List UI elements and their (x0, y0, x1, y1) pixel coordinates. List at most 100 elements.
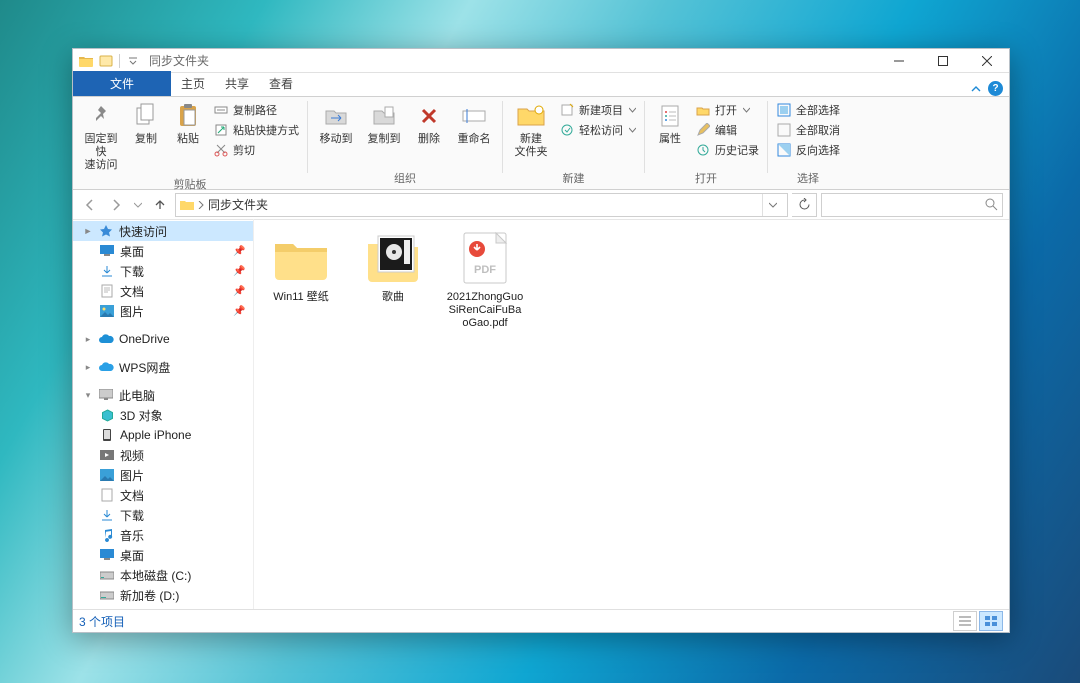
paste-shortcut-button[interactable]: 粘贴快捷方式 (211, 121, 301, 139)
nav-recent-button[interactable] (131, 194, 145, 216)
search-icon (985, 198, 998, 211)
nav-downloads[interactable]: 下载📌 (73, 261, 253, 281)
tab-share[interactable]: 共享 (215, 71, 259, 96)
phone-icon (99, 427, 115, 443)
nav-music[interactable]: 音乐 (73, 525, 253, 545)
nav-documents-pc[interactable]: 文档 (73, 485, 253, 505)
address-box[interactable]: 同步文件夹 (175, 193, 788, 217)
select-none-button[interactable]: 全部取消 (774, 121, 842, 139)
nav-3d-objects[interactable]: 3D 对象 (73, 405, 253, 425)
cut-button[interactable]: 剪切 (211, 141, 301, 159)
folder-album-icon (362, 229, 424, 287)
delete-button[interactable]: 删除 (408, 99, 450, 148)
nav-local-disk-c[interactable]: 本地磁盘 (C:) (73, 565, 253, 585)
cloud-icon (98, 331, 114, 347)
search-box[interactable] (821, 193, 1003, 217)
group-label-open: 打开 (649, 168, 763, 189)
nav-quick-access[interactable]: ►快速访问 (73, 221, 253, 241)
select-all-button[interactable]: 全部选择 (774, 101, 842, 119)
video-icon (99, 447, 115, 463)
breadcrumb-item[interactable]: 同步文件夹 (208, 196, 268, 213)
nav-forward-button[interactable] (105, 194, 127, 216)
invert-selection-button[interactable]: 反向选择 (774, 141, 842, 159)
body-area: ►快速访问 桌面📌 下载📌 文档📌 图片📌 ▸OneDrive ▸WPS网盘 ▾… (73, 219, 1009, 610)
ribbon-collapse-icon[interactable] (970, 83, 982, 95)
nav-local-disk-d[interactable]: 新加卷 (D:) (73, 585, 253, 605)
svg-text:PDF: PDF (474, 264, 496, 276)
ribbon-tabs: 文件 主页 共享 查看 ? (73, 73, 1009, 97)
nav-this-pc[interactable]: ▾此电脑 (73, 385, 253, 405)
paste-shortcut-icon (213, 122, 229, 138)
file-item-folder[interactable]: Win11 壁纸 (262, 229, 340, 304)
edit-icon (695, 122, 711, 138)
select-all-icon (776, 102, 792, 118)
invert-selection-icon (776, 142, 792, 158)
ribbon-group-organize: 移动到 复制到 删除 重命名 组织 (308, 97, 502, 189)
qat-dropdown-icon[interactable] (125, 53, 141, 69)
paste-button[interactable]: 粘贴 (167, 99, 209, 148)
star-icon (98, 223, 114, 239)
document-icon (99, 487, 115, 503)
ribbon: 固定到快 速访问 复制 粘贴 复制路径 粘贴快捷方式 剪切 剪贴板 (73, 97, 1009, 190)
group-label-organize: 组织 (312, 168, 498, 189)
open-button[interactable]: 打开 (693, 101, 761, 119)
file-name: Win11 壁纸 (273, 291, 328, 304)
new-item-button[interactable]: 新建项目 (557, 101, 638, 119)
tab-file[interactable]: 文件 (73, 71, 171, 96)
nav-desktop-pc[interactable]: 桌面 (73, 545, 253, 565)
properties-icon (655, 101, 685, 131)
view-details-button[interactable] (953, 611, 977, 631)
rename-icon (459, 101, 489, 131)
pin-to-quick-access-button[interactable]: 固定到快 速访问 (77, 99, 125, 174)
history-button[interactable]: 历史记录 (693, 141, 761, 159)
close-button[interactable] (965, 49, 1009, 72)
pdf-icon: PDF (454, 229, 516, 287)
title-bar: 同步文件夹 (73, 49, 1009, 73)
select-none-icon (776, 122, 792, 138)
easy-access-button[interactable]: 轻松访问 (557, 121, 638, 139)
properties-button[interactable]: 属性 (649, 99, 691, 148)
address-dropdown[interactable] (762, 194, 783, 216)
nav-documents[interactable]: 文档📌 (73, 281, 253, 301)
nav-iphone[interactable]: Apple iPhone (73, 425, 253, 445)
refresh-button[interactable] (792, 193, 817, 217)
view-icons-button[interactable] (979, 611, 1003, 631)
qat-overlay-icon (98, 53, 114, 69)
cube-icon (99, 407, 115, 423)
file-item-pdf[interactable]: PDF 2021ZhongGuoSiRenCaiFuBaoGao.pdf (446, 229, 524, 330)
pin-icon: 📌 (233, 266, 243, 277)
document-icon (99, 283, 115, 299)
nav-back-button[interactable] (79, 194, 101, 216)
nav-up-button[interactable] (149, 194, 171, 216)
maximize-button[interactable] (921, 49, 965, 72)
nav-pictures-pc[interactable]: 图片 (73, 465, 253, 485)
copy-to-button[interactable]: 复制到 (360, 99, 408, 148)
desktop-icon (99, 243, 115, 259)
edit-button[interactable]: 编辑 (693, 121, 761, 139)
new-item-icon (559, 102, 575, 118)
file-pane[interactable]: Win11 壁纸 歌曲 PDF 2021ZhongGuoSiRenCaiFuBa… (254, 219, 1009, 610)
nav-videos[interactable]: 视频 (73, 445, 253, 465)
cut-icon (213, 142, 229, 158)
folder-tiny-icon (180, 199, 194, 211)
new-folder-button[interactable]: 新建 文件夹 (507, 99, 555, 161)
file-item-folder[interactable]: 歌曲 (354, 229, 432, 304)
nav-wps[interactable]: ▸WPS网盘 (73, 357, 253, 377)
breadcrumb-root[interactable] (198, 201, 204, 209)
rename-button[interactable]: 重命名 (450, 99, 498, 148)
easy-access-icon (559, 122, 575, 138)
tab-home[interactable]: 主页 (171, 71, 215, 96)
nav-desktop[interactable]: 桌面📌 (73, 241, 253, 261)
nav-downloads-pc[interactable]: 下载 (73, 505, 253, 525)
move-to-button[interactable]: 移动到 (312, 99, 360, 148)
help-icon[interactable]: ? (988, 81, 1003, 96)
copy-icon (131, 101, 161, 131)
nav-onedrive[interactable]: ▸OneDrive (73, 329, 253, 349)
nav-pictures[interactable]: 图片📌 (73, 301, 253, 321)
copy-button[interactable]: 复制 (125, 99, 167, 148)
copy-path-button[interactable]: 复制路径 (211, 101, 301, 119)
tab-view[interactable]: 查看 (259, 71, 303, 96)
status-bar: 3 个项目 (73, 609, 1009, 632)
explorer-window: 同步文件夹 文件 主页 共享 查看 ? 固定 (72, 48, 1010, 633)
minimize-button[interactable] (877, 49, 921, 72)
